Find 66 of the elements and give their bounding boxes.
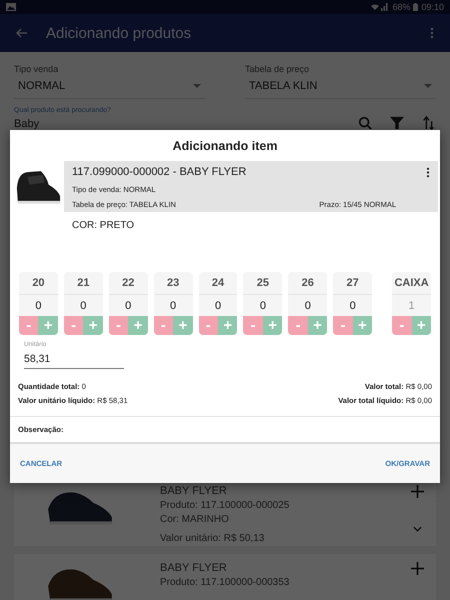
increase-button[interactable]: + bbox=[262, 316, 282, 335]
decrease-button[interactable]: - bbox=[19, 316, 38, 335]
color-label: COR: PRETO bbox=[71, 219, 136, 233]
gallery-icon bbox=[6, 3, 16, 11]
decrease-button[interactable]: - bbox=[243, 316, 263, 335]
signal-icon bbox=[371, 3, 390, 11]
increase-button[interactable]: + bbox=[83, 316, 103, 335]
quantity-value: 0 bbox=[288, 295, 328, 316]
decrease-button[interactable]: - bbox=[108, 316, 128, 335]
item-title: 117.099000-000002 - BABY FLYER bbox=[72, 166, 246, 178]
increase-button[interactable]: + bbox=[412, 316, 432, 335]
clock: 09:10 bbox=[421, 2, 444, 12]
quantity-value: 0 bbox=[154, 295, 193, 316]
size-label: 26 bbox=[288, 272, 328, 295]
add-icon[interactable] bbox=[411, 485, 424, 498]
decrease-button[interactable]: - bbox=[198, 316, 218, 335]
decrease-button[interactable]: - bbox=[64, 316, 84, 335]
decrease-button[interactable]: - bbox=[333, 316, 353, 335]
add-icon[interactable] bbox=[411, 562, 424, 575]
decrease-button[interactable]: - bbox=[288, 316, 308, 335]
chevron-down-icon[interactable] bbox=[413, 526, 422, 532]
decrease-button[interactable]: - bbox=[154, 316, 174, 335]
battery-level: 68% bbox=[392, 2, 410, 12]
product-name: BABY FLYER bbox=[160, 485, 228, 497]
size-label: 23 bbox=[154, 272, 193, 295]
increase-button[interactable]: + bbox=[128, 316, 148, 335]
quantity-value: 1 bbox=[392, 295, 432, 316]
increase-button[interactable]: + bbox=[308, 316, 328, 335]
product-price: Valor unitário: R$ 50,13 bbox=[160, 533, 266, 544]
increase-button[interactable]: + bbox=[218, 316, 238, 335]
increase-button[interactable]: + bbox=[173, 316, 193, 335]
search-icon[interactable] bbox=[358, 116, 372, 130]
dropdown-label: Tipo venda bbox=[14, 64, 60, 74]
dropdown[interactable]: NORMAL bbox=[14, 74, 205, 99]
dropdown[interactable]: TABELA KLIN bbox=[245, 74, 436, 99]
more-icon[interactable] bbox=[426, 166, 430, 178]
quantity-value: 0 bbox=[243, 295, 282, 316]
dropdown-label: Tabela de preço bbox=[245, 64, 310, 74]
caret-icon bbox=[424, 84, 432, 88]
app-title: Adicionando produtos bbox=[46, 24, 192, 42]
size-label: 20 bbox=[19, 272, 58, 295]
product-name: BABY FLYER bbox=[160, 562, 228, 574]
back-icon[interactable] bbox=[16, 27, 28, 39]
quantity-value: 0 bbox=[108, 295, 148, 316]
dialog-title: Adicionando item bbox=[172, 138, 278, 155]
size-label: CAIXA bbox=[392, 272, 432, 295]
sort-icon[interactable] bbox=[422, 116, 436, 130]
increase-button[interactable]: + bbox=[352, 316, 372, 335]
increase-button[interactable]: + bbox=[38, 316, 58, 335]
size-label: 25 bbox=[243, 272, 282, 295]
product-code: Produto: 117.100000-000025 bbox=[160, 500, 290, 511]
product-color: Cor: MARINHO bbox=[160, 514, 230, 525]
quantity-value: 0 bbox=[19, 295, 58, 316]
size-label: 21 bbox=[64, 272, 103, 295]
product-code: Produto: 117.100000-000353 bbox=[160, 577, 290, 588]
caret-icon bbox=[193, 84, 201, 88]
size-label: 22 bbox=[108, 272, 148, 295]
size-label: 24 bbox=[198, 272, 238, 295]
quantity-value: 0 bbox=[198, 295, 238, 316]
size-label: 27 bbox=[333, 272, 372, 295]
quantity-value: 0 bbox=[64, 295, 103, 316]
quantity-value: 0 bbox=[333, 295, 372, 316]
decrease-button[interactable]: - bbox=[392, 316, 412, 335]
unit-price-field[interactable]: 58,31 bbox=[24, 351, 124, 369]
battery-icon bbox=[413, 3, 418, 11]
product-card[interactable]: BABY FLYER Produto: 117.100000-000353 bbox=[14, 554, 436, 600]
